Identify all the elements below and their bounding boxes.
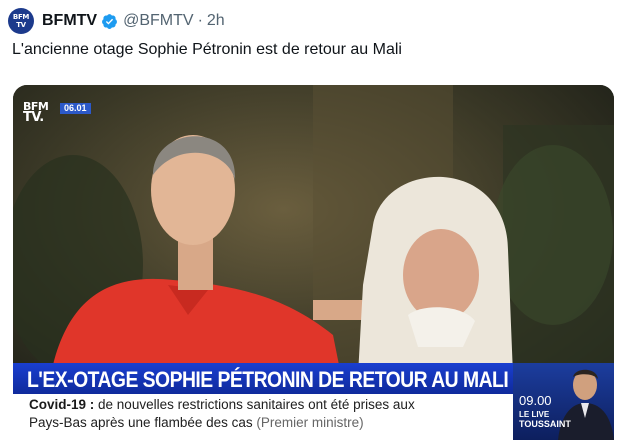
avatar-text-top: BFM	[12, 13, 30, 21]
display-name[interactable]: BFMTV	[42, 12, 97, 30]
tweet-header: BFMTV @BFMTV · 2h	[42, 10, 225, 32]
clock-badge: 06.01	[60, 103, 91, 114]
tweet[interactable]: BFM TV BFMTV @BFMTV · 2h L'ancienne otag…	[0, 0, 626, 442]
headline: L'EX-OTAGE SOPHIE PÉTRONIN DE RETOUR AU …	[27, 367, 509, 392]
show-time: 09.00	[519, 393, 552, 408]
channel-logo: BFM TV.	[23, 101, 49, 125]
separator-dot: ·	[197, 12, 203, 29]
handle[interactable]: @BFMTV	[123, 12, 193, 30]
ticker-line-1: Covid-19 : de nouvelles restrictions san…	[29, 397, 415, 412]
show-title-2: TOUSSAINT	[519, 419, 571, 429]
tweet-time[interactable]: 2h	[207, 12, 225, 30]
ticker-source: (Premier ministre)	[256, 415, 364, 430]
tweet-media[interactable]: BFM TV. 06.01 L'EX-OTAGE SOPHIE PÉTRONIN…	[13, 85, 614, 440]
headline-bar: L'EX-OTAGE SOPHIE PÉTRONIN DE RETOUR AU …	[13, 363, 513, 394]
avatar[interactable]: BFM TV	[8, 8, 34, 34]
avatar-text-bottom: TV	[16, 21, 26, 29]
ticker-line-2: Pays-Bas après une flambée des cas (Prem…	[29, 415, 364, 430]
ticker-text-1: de nouvelles restrictions sanitaires ont…	[98, 397, 415, 412]
upcoming-show-panel: 09.00 LE LIVE TOUSSAINT	[513, 363, 614, 440]
tweet-text: L'ancienne otage Sophie Pétronin est de …	[12, 41, 402, 58]
news-ticker: Covid-19 : de nouvelles restrictions san…	[13, 394, 513, 440]
show-title-1: LE LIVE	[519, 410, 550, 419]
ticker-label: Covid-19 :	[29, 397, 95, 412]
verified-badge-icon	[102, 13, 118, 29]
logo-bottom: TV.	[23, 110, 44, 125]
ticker-text-2: Pays-Bas après une flambée des cas	[29, 415, 253, 430]
